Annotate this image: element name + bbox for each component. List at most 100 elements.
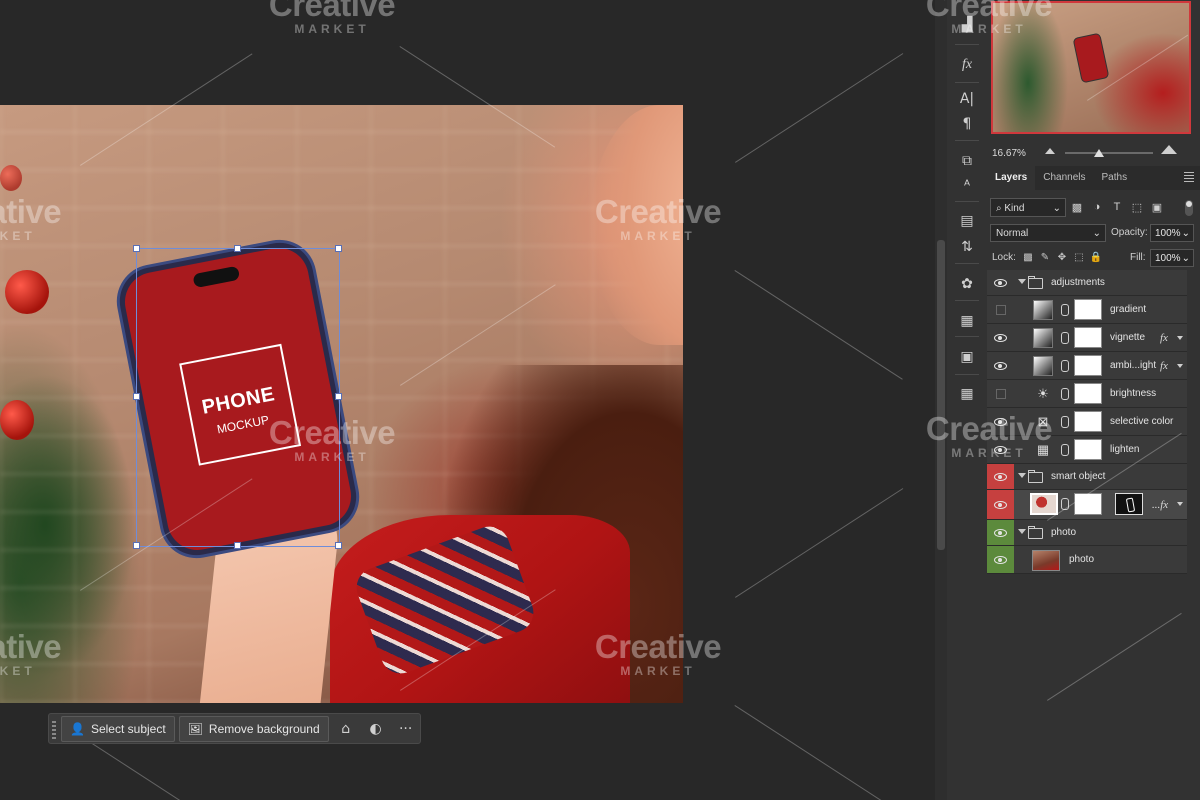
scrollbar-thumb[interactable] xyxy=(937,240,945,550)
visibility-toggle[interactable] xyxy=(987,270,1014,295)
transform-handle-br[interactable] xyxy=(335,542,342,549)
fx-icon[interactable]: fx xyxy=(1160,324,1168,351)
link-icon[interactable] xyxy=(1061,444,1069,456)
swatches-icon[interactable]: ▦ xyxy=(955,310,979,332)
link-icon[interactable] xyxy=(1061,304,1069,316)
chevron-down-icon[interactable] xyxy=(1018,472,1026,478)
zoom-level[interactable]: 16.67% xyxy=(992,148,1026,159)
layer-photo[interactable]: photo xyxy=(987,546,1187,574)
filter-kind-select[interactable]: ⌕ Kind ⌄ xyxy=(990,198,1066,217)
link-icon[interactable] xyxy=(1061,360,1069,372)
document-canvas-area[interactable]: PHONE MOCKUP Creative MARKET Creative MA… xyxy=(0,0,935,800)
document-image[interactable] xyxy=(0,105,683,703)
layer-mask-thumbnail[interactable] xyxy=(1074,493,1102,515)
fx-icon[interactable]: fx xyxy=(1160,352,1168,379)
panel-menu-icon[interactable] xyxy=(1184,172,1194,182)
zoom-out-icon[interactable] xyxy=(1045,148,1055,154)
styles-fx-icon[interactable]: fx xyxy=(955,54,979,76)
layer-selective-color[interactable]: ⊠ selective color xyxy=(987,408,1187,436)
transform-handle-ml[interactable] xyxy=(133,393,140,400)
tab-paths[interactable]: Paths xyxy=(1094,166,1136,190)
visibility-toggle[interactable] xyxy=(987,520,1014,545)
shape-filter-icon[interactable]: ⬚ xyxy=(1130,200,1144,214)
fill-input[interactable]: 100% ⌄ xyxy=(1150,249,1194,267)
visibility-toggle[interactable] xyxy=(987,490,1014,519)
gradients-icon[interactable]: ▣ xyxy=(955,346,979,368)
link-icon[interactable] xyxy=(1061,416,1069,428)
layer-mask-thumbnail[interactable] xyxy=(1074,327,1102,348)
chevron-down-icon[interactable] xyxy=(1177,364,1183,368)
layer-lighten[interactable]: ▦ lighten xyxy=(987,436,1187,464)
layer-group-photo[interactable]: photo xyxy=(987,520,1187,546)
lock-transparency-icon[interactable]: ▩ xyxy=(1022,251,1034,263)
vector-mask-thumbnail[interactable] xyxy=(1115,493,1143,515)
layer-smart-object[interactable]: ...fx xyxy=(987,490,1187,520)
chevron-down-icon[interactable] xyxy=(1018,528,1026,534)
select-subject-button[interactable]: 👤 Select subject xyxy=(61,715,175,742)
layer-ambient-light[interactable]: ambi...ight fx xyxy=(987,352,1187,380)
transform-icon[interactable]: ⌂ xyxy=(333,717,359,741)
lock-position-icon[interactable]: ✥ xyxy=(1056,251,1068,263)
smart-object-thumbnail[interactable] xyxy=(1030,493,1058,515)
canvas-vertical-scrollbar[interactable] xyxy=(935,0,947,800)
layer-mask-thumbnail[interactable] xyxy=(1074,355,1102,376)
drag-handle[interactable] xyxy=(52,720,56,739)
opacity-input[interactable]: 100% ⌄ xyxy=(1150,224,1194,242)
navigator-preview[interactable] xyxy=(991,1,1191,134)
visibility-toggle[interactable] xyxy=(987,352,1014,379)
link-icon[interactable] xyxy=(1061,388,1069,400)
clone-source-icon[interactable]: ⧉ xyxy=(955,150,979,172)
visibility-toggle[interactable] xyxy=(987,464,1014,489)
tab-channels[interactable]: Channels xyxy=(1035,166,1093,190)
transform-handle-bm[interactable] xyxy=(234,542,241,549)
libraries-icon[interactable]: ▤ xyxy=(955,210,979,232)
transform-handle-tm[interactable] xyxy=(234,245,241,252)
layer-mask-thumbnail[interactable] xyxy=(1074,299,1102,320)
type-filter-icon[interactable]: T xyxy=(1110,200,1124,214)
layer-mask-thumbnail[interactable] xyxy=(1074,411,1102,432)
chevron-down-icon[interactable] xyxy=(1018,278,1026,284)
transform-handle-tl[interactable] xyxy=(133,245,140,252)
layer-group-adjustments[interactable]: adjustments xyxy=(987,270,1187,296)
lock-artboard-icon[interactable]: ⬚ xyxy=(1073,251,1085,263)
adjustment-icon[interactable]: ◐ xyxy=(363,717,389,741)
visibility-toggle[interactable] xyxy=(987,380,1014,407)
fx-icon[interactable]: ...fx xyxy=(1152,490,1168,519)
color-palette-icon[interactable]: ✿ xyxy=(955,273,979,295)
transform-handle-mr[interactable] xyxy=(335,393,342,400)
layer-group-smart-object[interactable]: smart object xyxy=(987,464,1187,490)
histogram-icon[interactable]: ▟ xyxy=(955,14,979,36)
layer-mask-thumbnail[interactable] xyxy=(1074,383,1102,404)
transform-handle-bl[interactable] xyxy=(133,542,140,549)
visibility-toggle[interactable] xyxy=(987,546,1014,573)
table-icon[interactable]: ▦ xyxy=(955,383,979,405)
layer-vignette[interactable]: vignette fx xyxy=(987,324,1187,352)
blend-mode-select[interactable]: Normal ⌄ xyxy=(990,224,1106,242)
paragraph-icon[interactable]: ¶ xyxy=(955,113,979,135)
visibility-toggle[interactable] xyxy=(987,296,1014,323)
layer-brightness[interactable]: ☀ brightness xyxy=(987,380,1187,408)
pixel-filter-icon[interactable]: ▩ xyxy=(1070,200,1084,214)
tab-layers[interactable]: Layers xyxy=(987,166,1036,190)
more-options-button[interactable]: ··· xyxy=(393,717,419,741)
transform-handle-tr[interactable] xyxy=(335,245,342,252)
tool-presets-icon[interactable]: ⇅ xyxy=(955,236,979,258)
chevron-down-icon[interactable] xyxy=(1177,502,1183,506)
visibility-toggle[interactable] xyxy=(987,408,1014,435)
visibility-toggle[interactable] xyxy=(987,324,1014,351)
photo-thumbnail[interactable] xyxy=(1032,550,1060,571)
remove-background-button[interactable]: 🖼 Remove background xyxy=(178,715,329,742)
adjustment-filter-icon[interactable]: ◑ xyxy=(1090,200,1104,214)
transform-bounding-box[interactable] xyxy=(136,248,340,547)
link-icon[interactable] xyxy=(1061,332,1069,344)
lock-all-icon[interactable]: 🔒 xyxy=(1090,251,1102,263)
smart-object-filter-icon[interactable]: ▣ xyxy=(1150,200,1164,214)
link-icon[interactable] xyxy=(1061,498,1069,510)
glyphs-icon[interactable]: ᴬ xyxy=(955,175,979,197)
layer-gradient[interactable]: gradient xyxy=(987,296,1187,324)
zoom-slider[interactable] xyxy=(1065,152,1153,154)
character-icon[interactable]: A| xyxy=(955,88,979,110)
chevron-down-icon[interactable] xyxy=(1177,336,1183,340)
lock-pixels-icon[interactable]: ✎ xyxy=(1039,251,1051,263)
contextual-task-bar[interactable]: 👤 Select subject 🖼 Remove background ⌂ ◐… xyxy=(48,713,421,744)
